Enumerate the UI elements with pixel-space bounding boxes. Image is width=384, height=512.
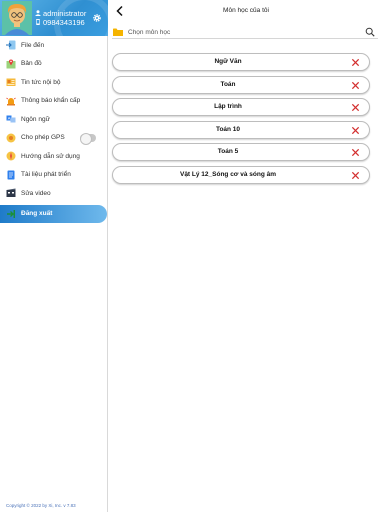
sidebar-item-label: Tin tức nội bộ bbox=[21, 78, 61, 86]
gps-icon bbox=[6, 133, 16, 143]
sidebar-item-label: File đến bbox=[21, 41, 45, 49]
remove-icon[interactable] bbox=[351, 81, 360, 90]
user-icon bbox=[35, 10, 41, 16]
page-title: Môn học của tôi bbox=[223, 7, 269, 14]
subject-label: Toán bbox=[220, 80, 236, 88]
subject-item[interactable]: Toán 10 bbox=[112, 120, 370, 139]
phone-icon bbox=[36, 19, 40, 25]
sidebar-item-news[interactable]: Tin tức nội bộ bbox=[0, 73, 108, 92]
sidebar-item-label: Sửa video bbox=[21, 189, 51, 197]
sidebar-item-language[interactable]: A Ngôn ngữ bbox=[0, 110, 108, 129]
sidebar-item-label: Hướng dẫn sử dụng bbox=[21, 152, 80, 160]
subject-item[interactable]: Lập trình bbox=[112, 98, 370, 117]
profile-header: administrator 0984343196 bbox=[0, 0, 108, 36]
main-panel: Môn học của tôi Ngữ Văn Toán bbox=[108, 0, 384, 512]
sidebar-item-label: Cho phép GPS bbox=[21, 134, 65, 142]
logout-icon bbox=[7, 209, 15, 218]
sidebar-item-video-edit[interactable]: Sửa video bbox=[0, 184, 108, 203]
sidebar-item-label: Thông báo khẩn cấp bbox=[21, 97, 81, 105]
sidebar-menu: File đến Bản đồ Tin tức nội bộ Thông báo… bbox=[0, 36, 108, 223]
subject-label: Vật Lý 12_Sóng cơ và sóng âm bbox=[179, 170, 276, 178]
subject-list: Ngữ Văn Toán Lập trình Toán 10 Toán 5 Vậ… bbox=[112, 53, 370, 189]
search-icon[interactable] bbox=[365, 27, 375, 37]
sidebar-item-documents[interactable]: Tài liệu phát triển bbox=[0, 166, 108, 185]
folder-icon bbox=[113, 28, 123, 36]
subject-item[interactable]: Ngữ Văn bbox=[112, 53, 370, 71]
user-name: administrator bbox=[43, 9, 87, 18]
guide-icon bbox=[6, 151, 16, 161]
sidebar-item-alarm[interactable]: Thông báo khẩn cấp bbox=[0, 92, 108, 111]
sidebar-item-map[interactable]: Bản đồ bbox=[0, 55, 108, 74]
sidebar-item-guide[interactable]: Hướng dẫn sử dụng bbox=[0, 147, 108, 166]
subject-label: Ngữ Văn bbox=[214, 58, 242, 65]
subject-label: Toán 5 bbox=[217, 148, 239, 156]
file-incoming-icon bbox=[6, 40, 16, 50]
subject-label: Toán 10 bbox=[215, 125, 241, 133]
subject-item[interactable]: Toán 5 bbox=[112, 143, 370, 162]
sidebar-item-label: Bản đồ bbox=[21, 60, 42, 68]
logout-button[interactable]: Đăng xuất bbox=[0, 204, 107, 223]
subject-search-bar[interactable] bbox=[112, 25, 378, 39]
avatar[interactable] bbox=[2, 1, 32, 35]
gear-icon[interactable] bbox=[92, 13, 102, 23]
subject-item[interactable]: Toán bbox=[112, 75, 370, 94]
user-phone: 0984343196 bbox=[43, 18, 85, 27]
copyright-text: Copyright © 2022 by Xi, Inc. v 7.83 bbox=[6, 503, 76, 508]
sidebar-item-gps[interactable]: Cho phép GPS bbox=[0, 129, 108, 148]
svg-text:A: A bbox=[8, 116, 11, 121]
top-bar: Môn học của tôi bbox=[108, 0, 384, 22]
remove-icon[interactable] bbox=[351, 171, 360, 180]
logout-label: Đăng xuất bbox=[21, 210, 53, 217]
document-icon bbox=[7, 170, 15, 180]
sidebar-item-label: Tài liệu phát triển bbox=[21, 171, 71, 179]
sidebar-item-file-incoming[interactable]: File đến bbox=[0, 36, 108, 55]
remove-icon[interactable] bbox=[351, 103, 360, 112]
news-icon bbox=[6, 78, 16, 87]
gps-toggle[interactable] bbox=[80, 132, 96, 145]
remove-icon[interactable] bbox=[351, 58, 360, 67]
video-edit-icon bbox=[6, 188, 16, 198]
subject-search-input[interactable] bbox=[128, 26, 358, 38]
subject-item[interactable]: Vật Lý 12_Sóng cơ và sóng âm bbox=[112, 165, 370, 184]
map-icon bbox=[6, 59, 16, 69]
alarm-icon bbox=[6, 97, 16, 106]
remove-icon[interactable] bbox=[351, 126, 360, 135]
language-icon: A bbox=[6, 115, 16, 123]
sidebar-item-label: Ngôn ngữ bbox=[21, 115, 50, 123]
subject-label: Lập trình bbox=[214, 103, 242, 111]
remove-icon[interactable] bbox=[351, 148, 360, 157]
app: administrator 0984343196 File đến Bản đồ… bbox=[0, 0, 384, 512]
sidebar: administrator 0984343196 File đến Bản đồ… bbox=[0, 0, 108, 512]
